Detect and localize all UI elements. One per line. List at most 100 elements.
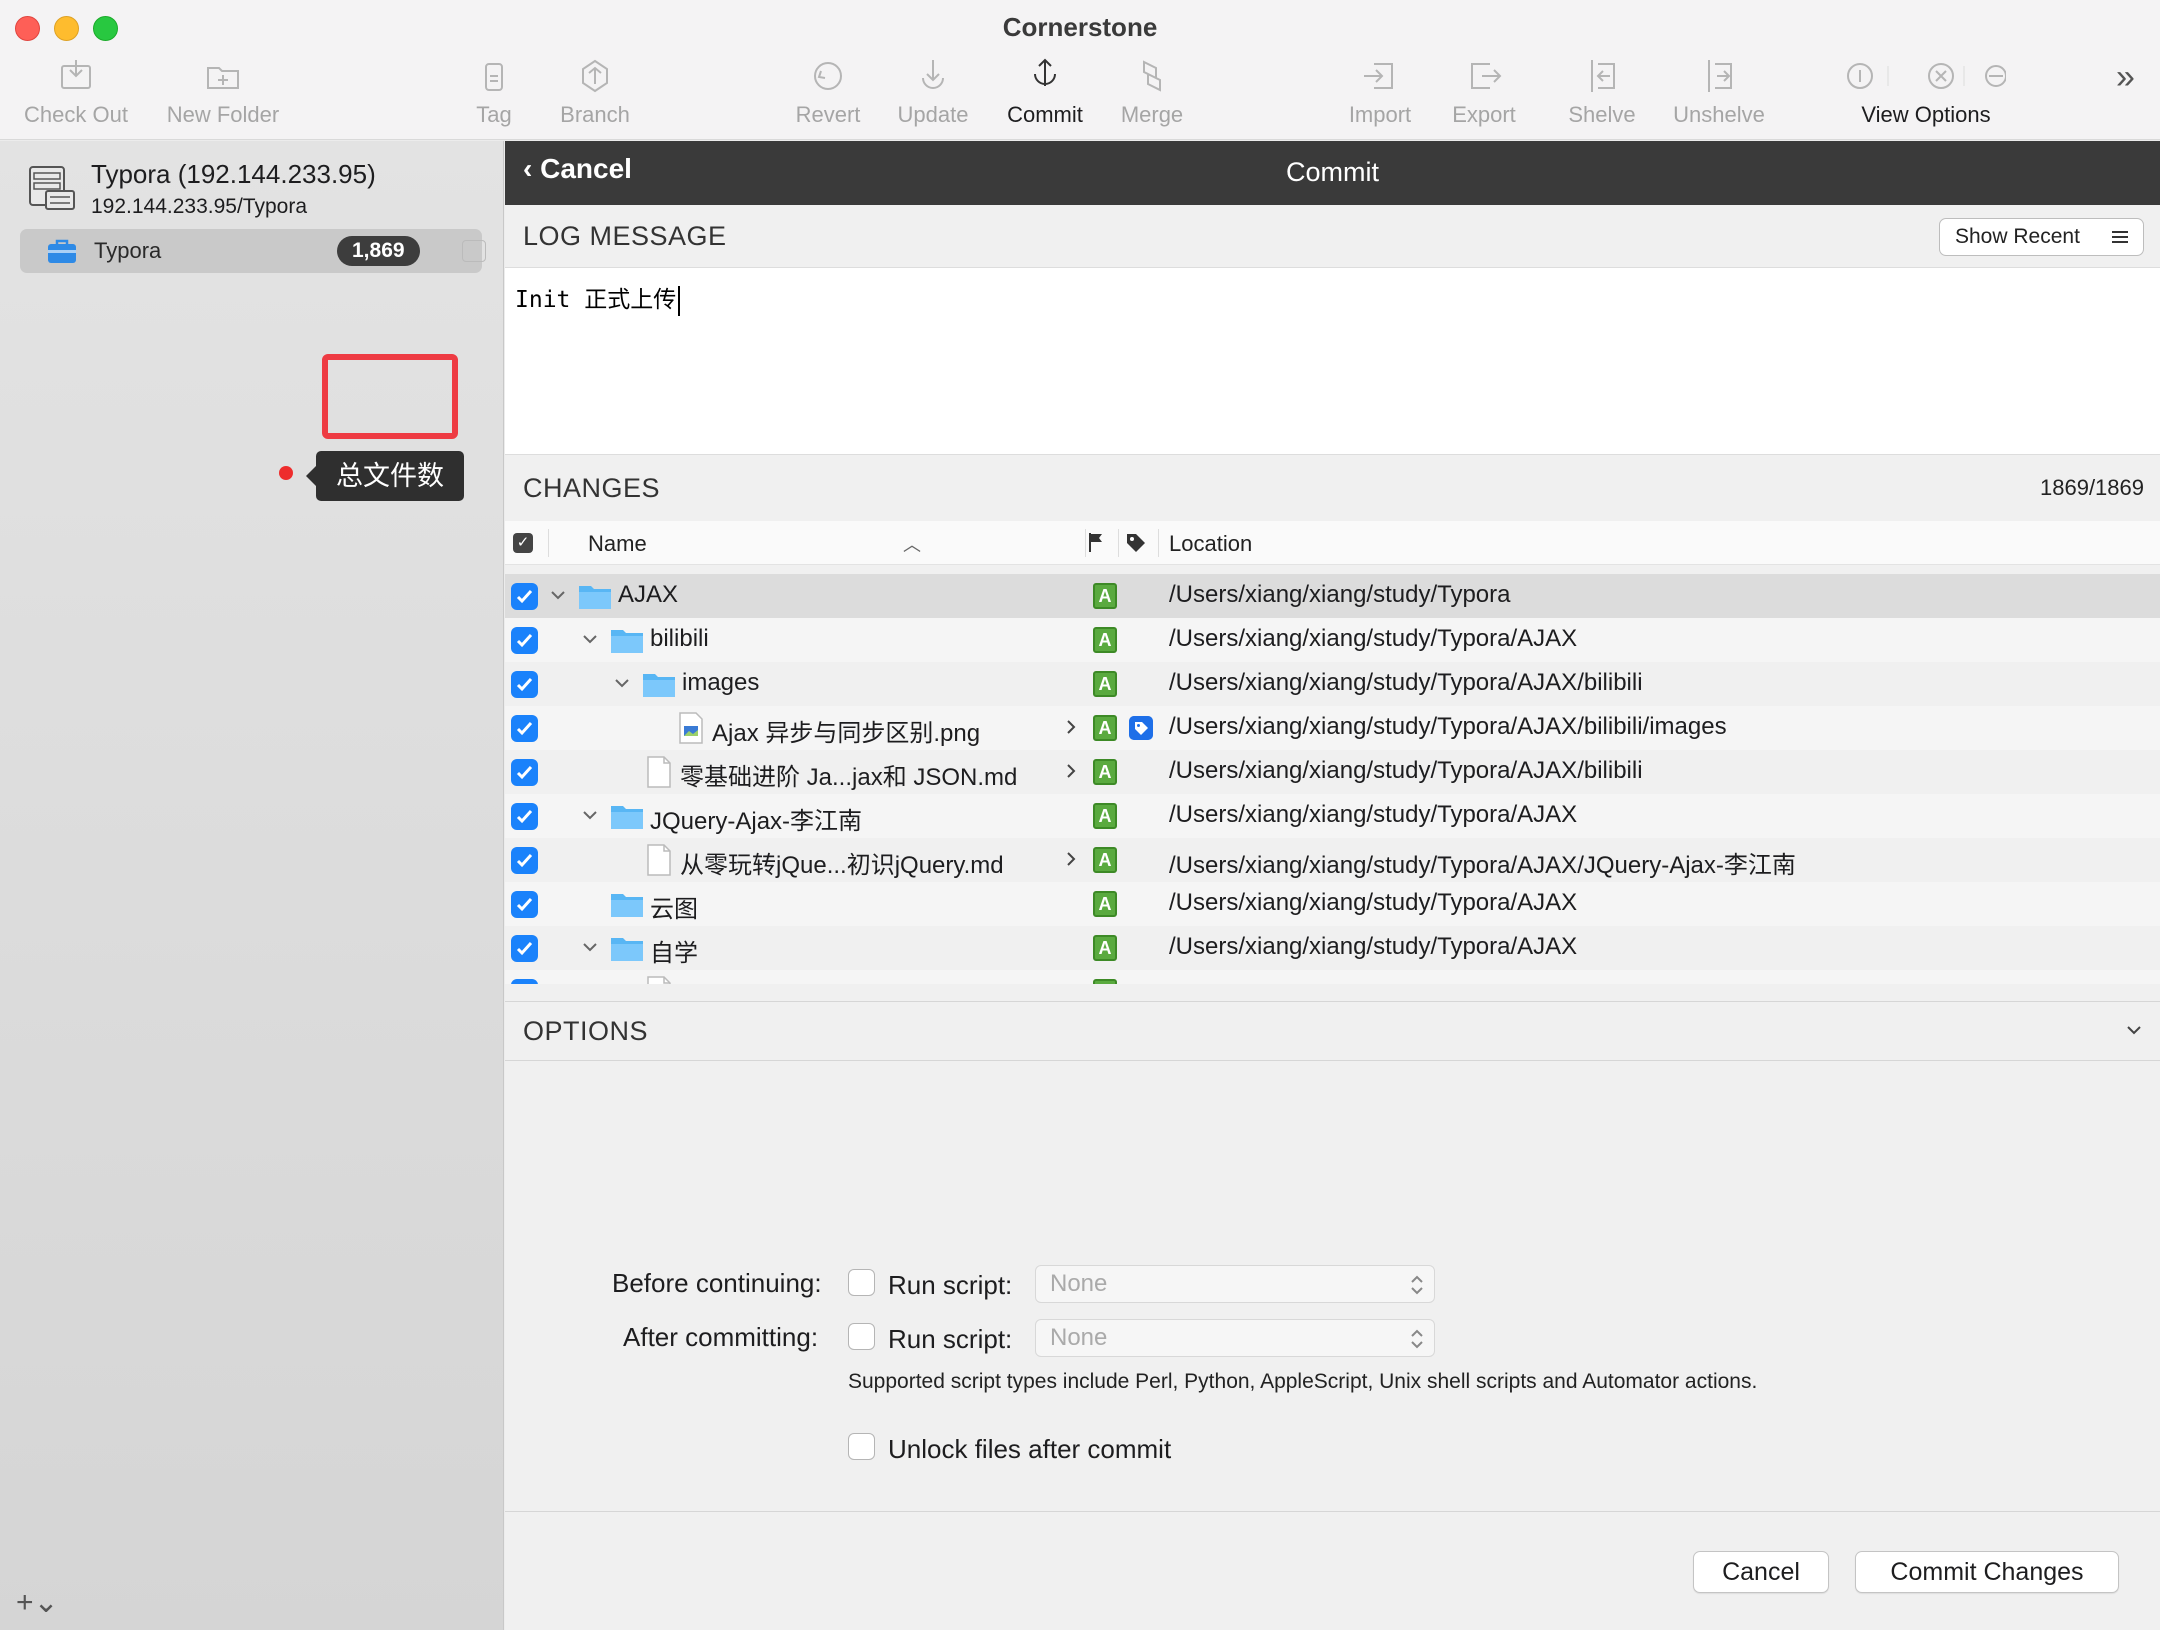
options-header[interactable]: OPTIONS [505, 1001, 2160, 1061]
commit-changes-button[interactable]: Commit Changes [1855, 1551, 2119, 1593]
status-added-badge: A [1093, 891, 1117, 917]
unshelve-button[interactable]: Unshelve [1664, 56, 1774, 136]
tag-button[interactable]: Tag [466, 56, 522, 136]
status-added-badge: A [1093, 847, 1117, 873]
revert-button[interactable]: Revert [790, 56, 866, 136]
folder-icon [579, 586, 611, 609]
view-options-button[interactable]: View Options [1836, 56, 2016, 136]
tag-icon [485, 63, 503, 91]
table-row[interactable]: AJAX_菜鸟教程.md A/Users/xiang/xiang/study/Ty… [505, 970, 2160, 984]
chevron-right-icon[interactable] [1062, 760, 1080, 782]
before-script-select[interactable]: None [1035, 1265, 1435, 1303]
file-name: 零基础进阶 Ja...jax和 JSON.md [680, 764, 1018, 791]
sidebar-item-working-copy[interactable]: Typora 1,869 [20, 229, 486, 273]
image-file-icon [679, 712, 703, 744]
unshelve-icon [1708, 60, 1732, 92]
table-row[interactable]: 从零玩转jQue...初识jQuery.md A/Users/xiang/xian… [505, 838, 2160, 882]
row-checkbox[interactable] [511, 891, 538, 918]
flag-icon[interactable] [1087, 531, 1105, 553]
sort-ascending-icon: ︿ [903, 535, 921, 555]
status-added-badge: A [1093, 803, 1117, 829]
sidebar-item-handle [462, 240, 486, 262]
show-recent-button[interactable]: Show Recent [1939, 218, 2144, 256]
export-button[interactable]: Export [1446, 56, 1522, 136]
table-row[interactable]: images A/Users/xiang/xiang/study/Typora/A… [505, 662, 2160, 706]
chevron-right-icon[interactable] [1062, 716, 1080, 738]
chevron-right-icon[interactable] [1062, 980, 1080, 984]
file-name: bilibili [650, 625, 709, 652]
repository-name: Typora (192.144.233.95) [91, 159, 376, 189]
file-location: /Users/xiang/xiang/study/Typora/AJAX/bil… [1169, 713, 1727, 740]
status-added-badge: A [1093, 715, 1117, 741]
checkmark-icon [516, 633, 533, 648]
table-row[interactable]: JQuery-Ajax-李江南 A/Users/xiang/xiang/study… [505, 794, 2160, 838]
location-column-header[interactable]: Location [1169, 531, 1252, 557]
table-row[interactable]: bilibili A/Users/xiang/xiang/study/Typora… [505, 618, 2160, 662]
row-checkbox[interactable] [511, 803, 538, 830]
table-row[interactable]: 零基础进阶 Ja...jax和 JSON.md A/Users/xiang/xia… [505, 750, 2160, 794]
checkmark-icon [516, 809, 533, 824]
chevron-down-icon[interactable] [547, 584, 569, 606]
script-types-note: Supported script types include Perl, Pyt… [848, 1370, 1758, 1393]
updown-chevron-icon [1411, 1329, 1423, 1349]
branch-button[interactable]: Branch [550, 56, 640, 136]
checkmark-icon [516, 765, 533, 780]
toolbar-overflow-button[interactable]: » [2116, 58, 2135, 97]
chevron-down-icon [2127, 1026, 2141, 1035]
add-repository-button[interactable]: +⌄ [16, 1585, 59, 1620]
row-checkbox[interactable] [511, 715, 538, 742]
before-run-script-checkbox[interactable] [848, 1269, 875, 1296]
changes-title: CHANGES [523, 473, 661, 503]
update-button[interactable]: Update [892, 56, 974, 136]
table-row[interactable]: AJAX A/Users/xiang/xiang/study/Typora [505, 574, 2160, 618]
file-count-badge: 1,869 [337, 236, 420, 266]
footer-divider [505, 1511, 2160, 1512]
log-message-title: LOG MESSAGE [523, 221, 727, 251]
chevron-down-icon[interactable] [579, 936, 601, 958]
chevron-down-icon[interactable] [579, 628, 601, 650]
row-checkbox[interactable] [511, 759, 538, 786]
row-checkbox[interactable] [511, 935, 538, 962]
after-script-select[interactable]: None [1035, 1319, 1435, 1357]
file-location: /Users/xiang/xiang/study/Typora/AJAX [1169, 889, 1578, 916]
chevron-down-icon[interactable] [579, 804, 601, 826]
table-row[interactable]: 云图 A/Users/xiang/xiang/study/Typora/AJAX [505, 882, 2160, 926]
row-checkbox[interactable] [511, 627, 538, 654]
merge-button[interactable]: Merge [1112, 56, 1192, 136]
file-location: /Users/xiang/xiang/study/Typora/AJAX/bil… [1169, 757, 1643, 784]
name-column-header[interactable]: Name [588, 531, 647, 557]
cancel-button[interactable]: Cancel [1693, 1551, 1829, 1593]
new-folder-button[interactable]: New Folder [158, 56, 288, 136]
row-checkbox[interactable] [511, 583, 538, 610]
check-out-button[interactable]: Check Out [16, 56, 136, 136]
select-all-checkbox[interactable]: ✓ [513, 533, 533, 553]
commit-button[interactable]: Commit [1000, 56, 1090, 136]
unlock-files-label: Unlock files after commit [888, 1434, 1172, 1464]
row-checkbox[interactable] [511, 847, 538, 874]
sidebar: Typora (192.144.233.95) 192.144.233.95/T… [0, 141, 504, 1630]
unlock-files-checkbox[interactable] [848, 1433, 875, 1460]
checkmark-icon [516, 941, 533, 956]
repository-server-icon [29, 166, 75, 210]
tag-column-icon[interactable] [1125, 532, 1147, 554]
chevron-down-icon[interactable] [611, 672, 633, 694]
changes-count: 1869/1869 [2040, 475, 2144, 500]
file-location: /Users/xiang/xiang/study/Typora/AJAX [1169, 933, 1578, 960]
import-button[interactable]: Import [1342, 56, 1418, 136]
shelve-button[interactable]: Shelve [1560, 56, 1644, 136]
status-added-badge: A [1093, 671, 1117, 697]
status-added-badge: A [1093, 935, 1117, 961]
table-row[interactable]: 自学 A/Users/xiang/xiang/study/Typora/AJAX [505, 926, 2160, 970]
window-title: Cornerstone [1002, 12, 1158, 42]
row-checkbox[interactable] [511, 671, 538, 698]
table-row[interactable]: Ajax 异步与同步区别.png A/Users/xiang/xiang/stud… [505, 706, 2160, 750]
log-message-field[interactable]: Init 正式上传 [505, 267, 2160, 455]
file-name: JQuery-Ajax-李江南 [650, 808, 863, 835]
tag-icon [1129, 716, 1153, 740]
chevron-right-icon[interactable] [1062, 848, 1080, 870]
row-checkbox[interactable] [511, 979, 538, 984]
toolbar: Cornerstone Check Out New Folder Tag Bra… [0, 0, 2160, 140]
before-continuing-label: Before continuing: [612, 1268, 822, 1298]
column-divider [1158, 529, 1159, 557]
after-run-script-checkbox[interactable] [848, 1323, 875, 1350]
